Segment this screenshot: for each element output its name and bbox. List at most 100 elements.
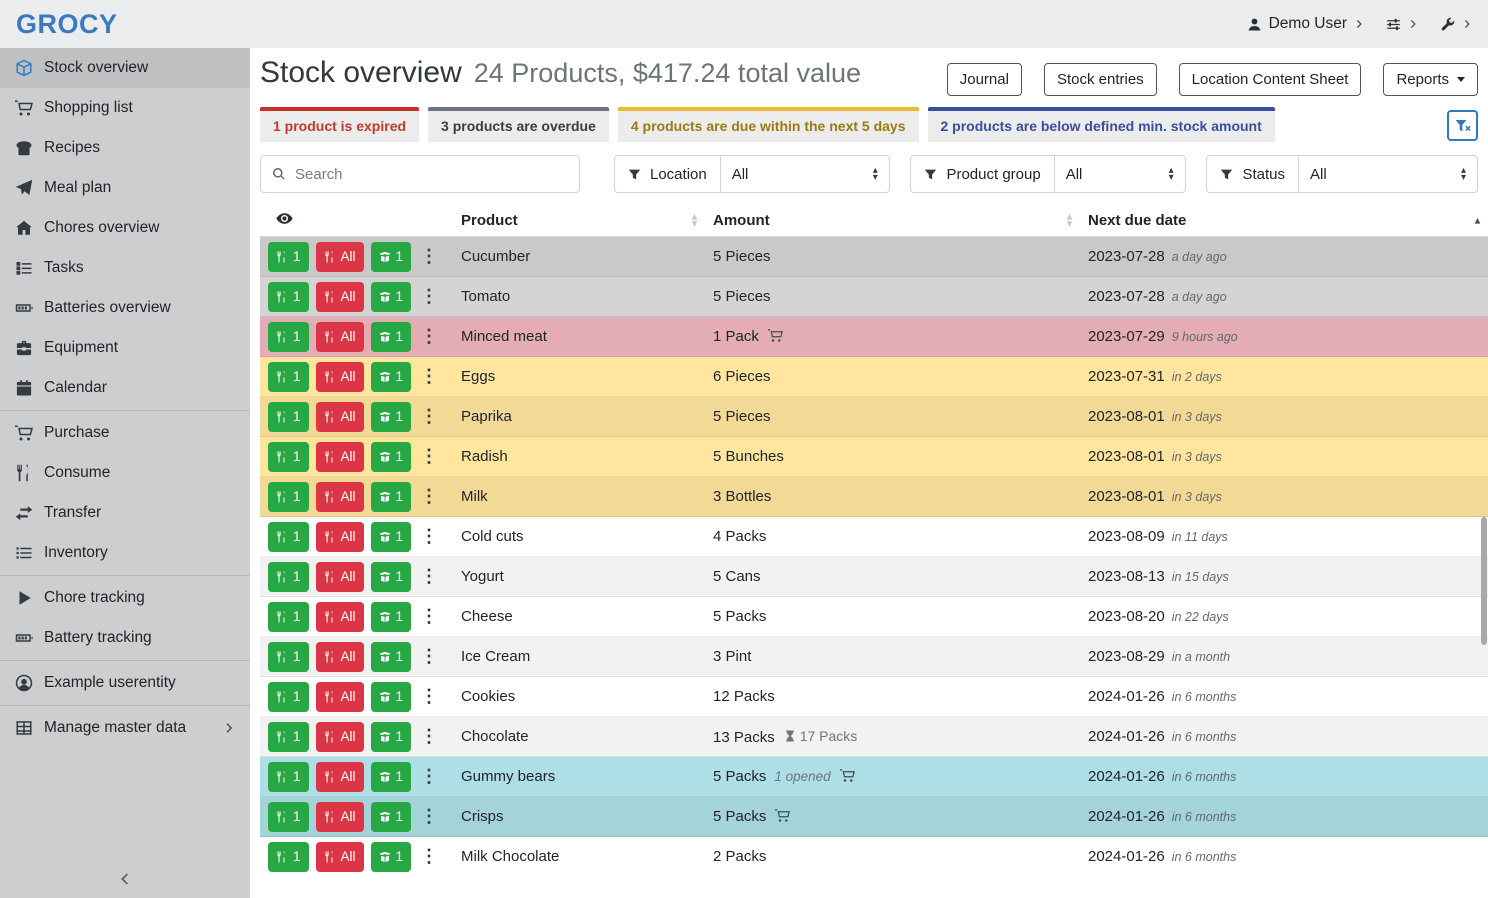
consume-all-button[interactable]: All xyxy=(316,562,364,592)
open-one-button[interactable]: 1 xyxy=(371,282,412,312)
row-menu-button[interactable]: ⋮ xyxy=(418,322,440,352)
open-one-button[interactable]: 1 xyxy=(371,242,412,272)
row-menu-button[interactable]: ⋮ xyxy=(418,282,440,312)
open-one-button[interactable]: 1 xyxy=(371,762,412,792)
sidebar-item-stock-overview[interactable]: Stock overview xyxy=(0,48,250,88)
consume-all-button[interactable]: All xyxy=(316,362,364,392)
column-header-next-due-date[interactable]: Next due date ▴ xyxy=(1080,205,1488,237)
sidebar-item-manage-master-data[interactable]: Manage master data xyxy=(0,708,250,748)
column-header-amount[interactable]: Amount ▴▾ xyxy=(705,205,1080,237)
status-banner-3-products-are-overdue[interactable]: 3 products are overdue xyxy=(428,107,609,142)
filter-select-status[interactable]: All▴▾ xyxy=(1298,155,1478,193)
consume-one-button[interactable]: 1 xyxy=(268,282,309,312)
row-menu-button[interactable]: ⋮ xyxy=(418,602,440,632)
row-menu-button[interactable]: ⋮ xyxy=(418,562,440,592)
settings-menu[interactable] xyxy=(1386,17,1418,32)
sidebar-item-meal-plan[interactable]: Meal plan xyxy=(0,168,250,208)
sidebar-collapse-button[interactable] xyxy=(0,866,250,892)
consume-all-button[interactable]: All xyxy=(316,682,364,712)
consume-all-button[interactable]: All xyxy=(316,482,364,512)
consume-one-button[interactable]: 1 xyxy=(268,482,309,512)
consume-one-button[interactable]: 1 xyxy=(268,722,309,752)
row-menu-button[interactable]: ⋮ xyxy=(418,802,440,832)
consume-all-button[interactable]: All xyxy=(316,762,364,792)
consume-one-button[interactable]: 1 xyxy=(268,322,309,352)
consume-one-button[interactable]: 1 xyxy=(268,642,309,672)
row-menu-button[interactable]: ⋮ xyxy=(418,362,440,392)
sidebar-item-purchase[interactable]: Purchase xyxy=(0,413,250,453)
column-visibility-header[interactable] xyxy=(260,205,453,237)
row-menu-button[interactable]: ⋮ xyxy=(418,762,440,792)
row-menu-button[interactable]: ⋮ xyxy=(418,722,440,752)
row-menu-button[interactable]: ⋮ xyxy=(418,402,440,432)
row-menu-button[interactable]: ⋮ xyxy=(418,842,440,872)
open-one-button[interactable]: 1 xyxy=(371,482,412,512)
consume-all-button[interactable]: All xyxy=(316,282,364,312)
scrollbar-thumb[interactable] xyxy=(1481,517,1487,645)
row-menu-button[interactable]: ⋮ xyxy=(418,642,440,672)
admin-menu[interactable] xyxy=(1440,17,1472,32)
open-one-button[interactable]: 1 xyxy=(371,562,412,592)
consume-all-button[interactable]: All xyxy=(316,602,364,632)
filter-select-product-group[interactable]: All▴▾ xyxy=(1054,155,1186,193)
consume-one-button[interactable]: 1 xyxy=(268,602,309,632)
sidebar-item-example-userentity[interactable]: Example userentity xyxy=(0,663,250,703)
consume-one-button[interactable]: 1 xyxy=(268,842,309,872)
open-one-button[interactable]: 1 xyxy=(371,442,412,472)
consume-one-button[interactable]: 1 xyxy=(268,442,309,472)
reports-button[interactable]: Reports xyxy=(1383,63,1478,96)
sidebar-item-battery-tracking[interactable]: Battery tracking xyxy=(0,618,250,658)
consume-all-button[interactable]: All xyxy=(316,642,364,672)
sidebar-item-consume[interactable]: Consume xyxy=(0,453,250,493)
consume-all-button[interactable]: All xyxy=(316,322,364,352)
sidebar-item-inventory[interactable]: Inventory xyxy=(0,533,250,573)
consume-one-button[interactable]: 1 xyxy=(268,762,309,792)
open-one-button[interactable]: 1 xyxy=(371,362,412,392)
journal-button[interactable]: Journal xyxy=(947,63,1022,96)
user-menu[interactable]: Demo User xyxy=(1247,15,1364,33)
consume-all-button[interactable]: All xyxy=(316,402,364,432)
open-one-button[interactable]: 1 xyxy=(371,802,412,832)
sidebar-item-chores-overview[interactable]: Chores overview xyxy=(0,208,250,248)
open-one-button[interactable]: 1 xyxy=(371,642,412,672)
consume-one-button[interactable]: 1 xyxy=(268,562,309,592)
search-input[interactable] xyxy=(295,166,568,183)
row-menu-button[interactable]: ⋮ xyxy=(418,482,440,512)
consume-one-button[interactable]: 1 xyxy=(268,362,309,392)
consume-all-button[interactable]: All xyxy=(316,722,364,752)
consume-all-button[interactable]: All xyxy=(316,842,364,872)
sidebar-item-batteries-overview[interactable]: Batteries overview xyxy=(0,288,250,328)
row-menu-button[interactable]: ⋮ xyxy=(418,242,440,272)
row-menu-button[interactable]: ⋮ xyxy=(418,442,440,472)
consume-all-button[interactable]: All xyxy=(316,242,364,272)
open-one-button[interactable]: 1 xyxy=(371,682,412,712)
consume-one-button[interactable]: 1 xyxy=(268,402,309,432)
app-logo[interactable]: GROCY xyxy=(16,9,118,40)
location-content-sheet-button[interactable]: Location Content Sheet xyxy=(1179,63,1362,96)
sidebar-item-calendar[interactable]: Calendar xyxy=(0,368,250,408)
column-header-product[interactable]: Product ▴▾ xyxy=(453,205,705,237)
row-menu-button[interactable]: ⋮ xyxy=(418,522,440,552)
consume-one-button[interactable]: 1 xyxy=(268,682,309,712)
consume-all-button[interactable]: All xyxy=(316,522,364,552)
open-one-button[interactable]: 1 xyxy=(371,322,412,352)
status-banner-1-product-is-expired[interactable]: 1 product is expired xyxy=(260,107,419,142)
open-one-button[interactable]: 1 xyxy=(371,522,412,552)
filter-select-location[interactable]: All▴▾ xyxy=(720,155,890,193)
sidebar-item-transfer[interactable]: Transfer xyxy=(0,493,250,533)
sidebar-item-equipment[interactable]: Equipment xyxy=(0,328,250,368)
sidebar-item-recipes[interactable]: Recipes xyxy=(0,128,250,168)
consume-all-button[interactable]: All xyxy=(316,802,364,832)
consume-one-button[interactable]: 1 xyxy=(268,242,309,272)
sidebar-item-shopping-list[interactable]: Shopping list xyxy=(0,88,250,128)
status-banner-2-products-are-below-defined-min-stock-amount[interactable]: 2 products are below defined min. stock … xyxy=(928,107,1275,142)
consume-one-button[interactable]: 1 xyxy=(268,802,309,832)
consume-one-button[interactable]: 1 xyxy=(268,522,309,552)
sidebar-item-tasks[interactable]: Tasks xyxy=(0,248,250,288)
stock-entries-button[interactable]: Stock entries xyxy=(1044,63,1157,96)
open-one-button[interactable]: 1 xyxy=(371,602,412,632)
clear-filters-button[interactable] xyxy=(1447,110,1478,141)
consume-all-button[interactable]: All xyxy=(316,442,364,472)
row-menu-button[interactable]: ⋮ xyxy=(418,682,440,712)
open-one-button[interactable]: 1 xyxy=(371,722,412,752)
